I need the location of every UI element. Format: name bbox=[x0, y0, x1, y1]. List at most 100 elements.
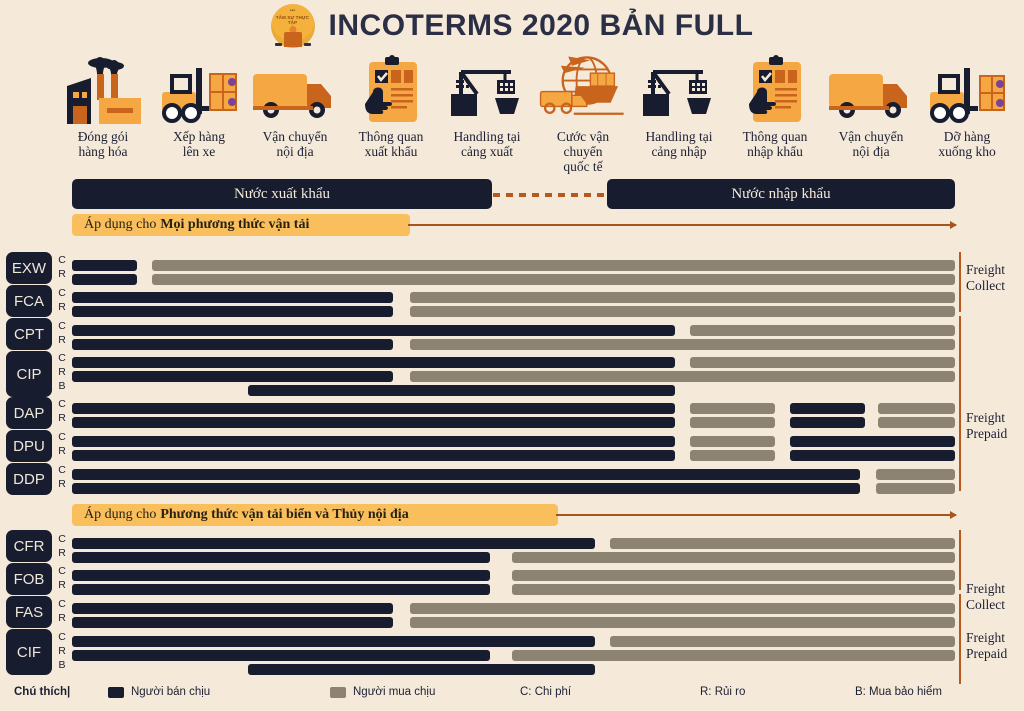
bar-cpt-c-buyer bbox=[690, 325, 955, 336]
bar-cfr-r-buyer bbox=[512, 552, 955, 563]
term-chip-cfr[interactable]: CFR bbox=[6, 530, 52, 562]
bar-cpt-c-seller bbox=[72, 325, 675, 336]
freight-label-1: Freight Collect bbox=[966, 262, 1024, 294]
row-letter-r: R bbox=[58, 301, 66, 313]
term-chip-cpt[interactable]: CPT bbox=[6, 318, 52, 350]
legend-label: Người bán chịu bbox=[131, 686, 211, 698]
legend-label: B: Mua bảo hiểm bbox=[855, 686, 942, 698]
bar-exw-r-seller bbox=[72, 274, 137, 285]
bar-exw-c-seller bbox=[72, 260, 137, 271]
row-letter-c: C bbox=[58, 352, 66, 364]
bar-cif-r-seller bbox=[72, 650, 490, 661]
row-letter-r: R bbox=[58, 445, 66, 457]
bar-dap-r-seller bbox=[790, 417, 865, 428]
freight-label-line1: Freight bbox=[966, 581, 1005, 596]
freight-group-rule-1 bbox=[959, 252, 961, 312]
legend-label: C: Chi phí bbox=[520, 686, 572, 698]
term-chip-fob[interactable]: FOB bbox=[6, 563, 52, 595]
row-letter-c: C bbox=[58, 287, 66, 299]
legend-label: Người mua chịu bbox=[353, 686, 436, 698]
freight-label-line2: Prepaid bbox=[966, 426, 1008, 441]
process-step-label: Dỡ hàng xuống kho bbox=[938, 129, 996, 159]
row-letter-c: C bbox=[58, 254, 66, 266]
row-letter-r: R bbox=[58, 547, 66, 559]
bar-dap-c-buyer bbox=[878, 403, 955, 414]
bar-fca-r-seller bbox=[72, 306, 393, 317]
process-step-9: Vận chuyển nội địa bbox=[823, 54, 919, 159]
process-step-label: Xếp hàng lên xe bbox=[172, 129, 226, 159]
forklift-unload-icon bbox=[919, 54, 1015, 126]
border-dotted-line bbox=[493, 193, 606, 197]
bar-exw-c-buyer bbox=[152, 260, 955, 271]
freight-label-line2: Collect bbox=[966, 278, 1005, 293]
row-letter-r: R bbox=[58, 478, 66, 490]
legend-swatch bbox=[330, 686, 346, 698]
term-chip-cip[interactable]: CIP bbox=[6, 351, 52, 397]
legend-item-3: C: Chi phí bbox=[520, 686, 571, 698]
truck-icon bbox=[823, 54, 919, 126]
row-letter-b: B bbox=[58, 659, 66, 671]
bar-dap-c-seller bbox=[790, 403, 865, 414]
freight-label-line1: Freight bbox=[966, 410, 1005, 425]
process-step-label: Vận chuyển nội địa bbox=[262, 129, 328, 159]
bar-cip-b-seller bbox=[248, 385, 675, 396]
process-step-8: Thông quan nhập khẩu bbox=[727, 54, 823, 159]
process-step-4: Thông quan xuất khẩu bbox=[343, 54, 439, 159]
banner-2-prefix: Áp dụng cho bbox=[84, 507, 157, 522]
process-step-label: Handling tại cảng xuất bbox=[453, 129, 521, 159]
term-chip-fas[interactable]: FAS bbox=[6, 596, 52, 628]
bar-fca-r-buyer bbox=[410, 306, 955, 317]
bar-dpu-c-seller bbox=[790, 436, 955, 447]
bar-dpu-c-seller bbox=[72, 436, 675, 447]
factory-icon bbox=[55, 54, 151, 126]
row-letter-r: R bbox=[58, 334, 66, 346]
row-letter-r: R bbox=[58, 366, 66, 378]
bar-cfr-c-buyer bbox=[610, 538, 955, 549]
term-chip-ddp[interactable]: DDP bbox=[6, 463, 52, 495]
bar-ddp-r-seller bbox=[72, 483, 860, 494]
row-letter-r: R bbox=[58, 579, 66, 591]
banner-1-bold: Mọi phương thức vận tải bbox=[160, 217, 310, 232]
process-icon-strip: Đóng gói hàng hóa Xếp hàng lên xe Vận chuy… bbox=[0, 54, 1024, 174]
legend-item-4: R: Rủi ro bbox=[700, 686, 745, 698]
bar-exw-r-buyer bbox=[152, 274, 955, 285]
bar-ddp-r-buyer bbox=[876, 483, 955, 494]
banner-all-modes: Áp dụng cho Mọi phương thức vận tải bbox=[72, 214, 410, 236]
term-chip-dpu[interactable]: DPU bbox=[6, 430, 52, 462]
legend-item-5: B: Mua bảo hiểm bbox=[855, 686, 942, 698]
bar-fob-c-seller bbox=[72, 570, 490, 581]
bar-cpt-r-buyer bbox=[410, 339, 955, 350]
port-crane-icon bbox=[631, 54, 727, 126]
bar-cif-c-seller bbox=[72, 636, 595, 647]
term-chip-exw[interactable]: EXW bbox=[6, 252, 52, 284]
freight-label-line2: Collect bbox=[966, 597, 1005, 612]
bar-dap-c-seller bbox=[72, 403, 675, 414]
term-chip-dap[interactable]: DAP bbox=[6, 397, 52, 429]
freight-label-2: Freight Prepaid bbox=[966, 410, 1024, 442]
banner-sea-inland: Áp dụng cho Phương thức vận tải biển và … bbox=[72, 504, 558, 526]
bar-fca-c-buyer bbox=[410, 292, 955, 303]
bar-ddp-c-buyer bbox=[876, 469, 955, 480]
legend-title: Chú thích| bbox=[14, 686, 71, 698]
bar-fob-r-buyer bbox=[512, 584, 955, 595]
process-step-10: Dỡ hàng xuống kho bbox=[919, 54, 1015, 159]
process-step-7: Handling tại cảng nhập bbox=[631, 54, 727, 159]
bar-cif-b-seller bbox=[248, 664, 595, 675]
row-letter-c: C bbox=[58, 431, 66, 443]
term-chip-cif[interactable]: CIF bbox=[6, 629, 52, 675]
logo-figure-body bbox=[283, 32, 302, 47]
forklift-load-icon bbox=[151, 54, 247, 126]
brand-logo-icon: ••• TÂM SỰ THỰC TẬP bbox=[270, 4, 315, 48]
legend-item-2: Người mua chịu bbox=[330, 686, 435, 698]
bar-fas-r-seller bbox=[72, 617, 393, 628]
row-letter-c: C bbox=[58, 398, 66, 410]
process-step-5: Handling tại cảng xuất bbox=[439, 54, 535, 159]
bar-cpt-r-seller bbox=[72, 339, 393, 350]
page-header: ••• TÂM SỰ THỰC TẬP INCOTERMS 2020 BẢN F… bbox=[0, 0, 1024, 52]
process-step-1: Đóng gói hàng hóa bbox=[55, 54, 151, 159]
bar-cfr-c-seller bbox=[72, 538, 595, 549]
term-chip-fca[interactable]: FCA bbox=[6, 285, 52, 317]
bar-fas-c-buyer bbox=[410, 603, 955, 614]
row-letter-c: C bbox=[58, 565, 66, 577]
legend: Chú thích| Người bán chịu Người mua chịu C… bbox=[0, 682, 1024, 711]
